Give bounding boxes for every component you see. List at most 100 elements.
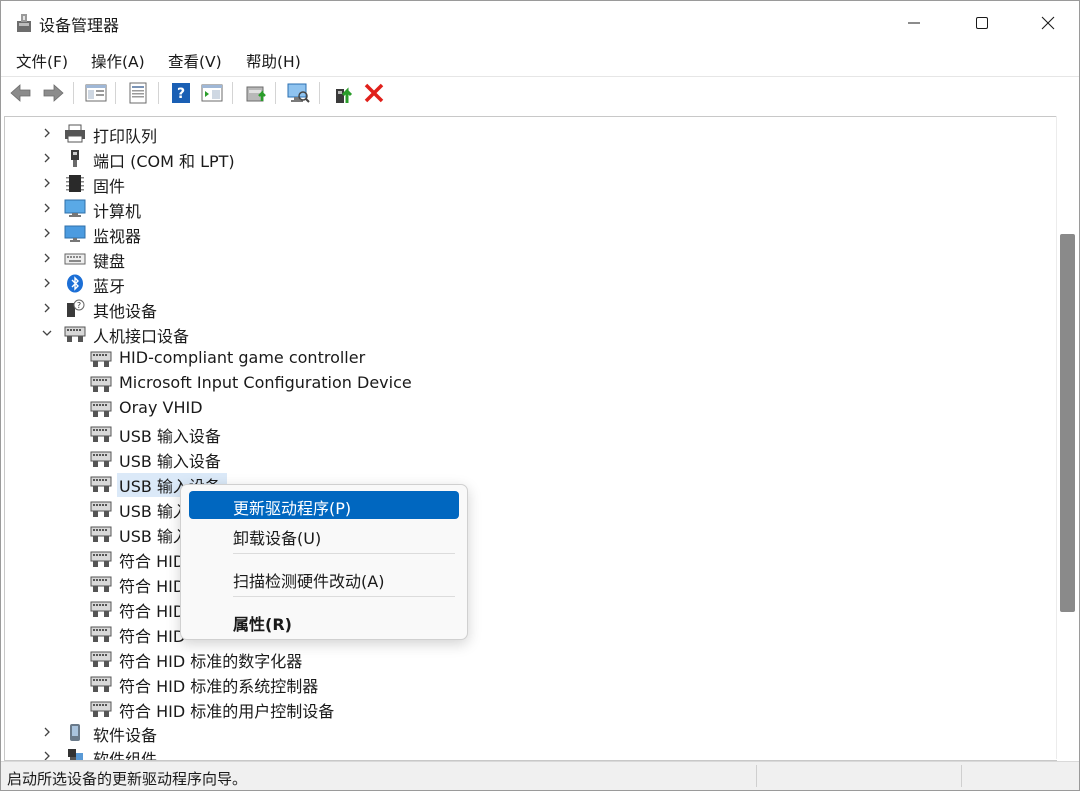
tree-category-label: 监视器 — [93, 227, 142, 246]
ctx-uninstall-device[interactable]: 卸载设备(U) — [189, 521, 459, 549]
title-bar[interactable]: 设备管理器 — [1, 1, 1079, 45]
device-manager-window: 设备管理器 文件(F) 操作(A) 查看(V) 帮助(H) ? 打印队列 端口 … — [0, 0, 1080, 791]
close-icon — [1041, 16, 1055, 30]
hid-device-row[interactable]: 符合 HID 标准的数字化器 — [68, 646, 568, 671]
menu-view[interactable]: 查看(V) — [168, 50, 222, 72]
ctx-separator — [233, 553, 455, 554]
toolbar: ? — [1, 76, 1079, 110]
svg-text:?: ? — [77, 301, 81, 310]
show-hide-tree-icon[interactable] — [84, 81, 108, 105]
hid-device-label: 符合 HID 标准的数字化器 — [119, 652, 303, 671]
status-divider — [961, 765, 962, 787]
hid-device-icon — [90, 701, 112, 717]
device-manager-app-icon — [17, 14, 31, 32]
other-device-icon: ? — [67, 299, 85, 317]
window-title: 设备管理器 — [39, 16, 120, 35]
help-icon[interactable]: ? — [169, 81, 193, 105]
chevron-right-icon[interactable] — [42, 153, 52, 163]
hid-device-row[interactable]: HID-compliant game controller — [68, 346, 568, 371]
hid-device-label: HID-compliant game controller — [119, 348, 366, 367]
chevron-right-icon[interactable] — [42, 278, 52, 288]
chevron-down-icon[interactable] — [42, 328, 52, 338]
view-icon[interactable] — [200, 81, 224, 105]
svg-text:?: ? — [177, 86, 185, 102]
ctx-properties[interactable]: 属性(R) — [189, 607, 459, 635]
firmware-icon — [66, 175, 84, 192]
tree-category-hid[interactable]: 人机接口设备 — [42, 321, 542, 346]
tree-category-label: 打印队列 — [93, 127, 158, 146]
hid-device-label: 符合 HID — [119, 602, 186, 621]
tree-category-software-devices[interactable]: 软件设备 — [42, 720, 542, 745]
hid-device-label: USB 输入设备 — [119, 452, 221, 471]
chevron-right-icon[interactable] — [42, 751, 52, 761]
toolbar-separator — [115, 82, 116, 104]
device-tree[interactable]: 打印队列 端口 (COM 和 LPT) 固件 计算机 监视器 键盘 蓝牙 ? 其… — [4, 116, 1057, 761]
status-divider — [756, 765, 757, 787]
hid-device-icon — [90, 676, 112, 692]
tree-category-ports[interactable]: 端口 (COM 和 LPT) — [42, 146, 542, 171]
properties-icon[interactable] — [126, 81, 150, 105]
hid-device-icon — [90, 376, 112, 392]
menu-help[interactable]: 帮助(H) — [246, 50, 301, 72]
ctx-update-driver[interactable]: 更新驱动程序(P) — [189, 491, 459, 519]
monitor-icon — [64, 225, 86, 242]
hid-device-icon — [90, 601, 112, 617]
ctx-scan-hardware[interactable]: 扫描检测硬件改动(A) — [189, 564, 459, 592]
minimize-icon — [908, 22, 920, 24]
tree-category-computer[interactable]: 计算机 — [42, 196, 542, 221]
hid-device-row[interactable]: 符合 HID 标准的系统控制器 — [68, 671, 568, 696]
hid-device-icon — [90, 401, 112, 417]
chevron-right-icon[interactable] — [42, 203, 52, 213]
menu-file[interactable]: 文件(F) — [16, 50, 68, 72]
hid-device-row[interactable]: 符合 HID 标准的用户控制设备 — [68, 696, 568, 721]
vertical-scrollbar[interactable] — [1056, 116, 1079, 759]
ctx-item-label: 属性(R) — [233, 615, 292, 634]
chevron-right-icon[interactable] — [42, 128, 52, 138]
hid-device-row[interactable]: Oray VHID — [68, 396, 568, 421]
tree-category-other-devices[interactable]: ? 其他设备 — [42, 296, 542, 321]
printer-icon — [65, 124, 85, 143]
menu-bar: 文件(F) 操作(A) 查看(V) 帮助(H) — [1, 45, 1079, 75]
hid-device-row[interactable]: USB 输入设备 — [68, 421, 568, 446]
update-driver-icon[interactable] — [244, 81, 268, 105]
uninstall-device-icon[interactable] — [362, 81, 386, 105]
hid-device-row[interactable]: USB 输入设备 — [68, 446, 568, 471]
tree-category-bluetooth[interactable]: 蓝牙 — [42, 271, 542, 296]
scrollbar-thumb[interactable] — [1060, 234, 1075, 612]
hid-device-icon — [90, 526, 112, 542]
tree-category-label: 蓝牙 — [93, 277, 126, 296]
tree-category-label: 端口 (COM 和 LPT) — [93, 152, 235, 171]
context-menu: 更新驱动程序(P) 卸载设备(U) 扫描检测硬件改动(A) 属性(R) — [180, 484, 468, 640]
toolbar-separator — [232, 82, 233, 104]
port-icon — [71, 150, 79, 167]
ctx-item-label: 扫描检测硬件改动(A) — [233, 572, 385, 591]
chevron-right-icon[interactable] — [42, 253, 52, 263]
forward-icon[interactable] — [41, 81, 65, 105]
tree-category-keyboard[interactable]: 键盘 — [42, 246, 542, 271]
scan-hardware-icon[interactable] — [286, 81, 310, 105]
hid-device-icon — [90, 451, 112, 467]
chevron-right-icon[interactable] — [42, 178, 52, 188]
hid-device-label: 符合 HID — [119, 577, 186, 596]
status-text: 启动所选设备的更新驱动程序向导。 — [7, 770, 248, 788]
chevron-right-icon[interactable] — [42, 303, 52, 313]
back-icon[interactable] — [9, 81, 33, 105]
tree-category-label: 计算机 — [93, 202, 142, 221]
tree-category-print-queue[interactable]: 打印队列 — [42, 121, 542, 146]
hid-device-icon — [90, 501, 112, 517]
menu-action[interactable]: 操作(A) — [91, 50, 145, 72]
tree-category-software-components[interactable]: 软件组件 — [42, 744, 542, 761]
maximize-button[interactable] — [949, 1, 1015, 45]
chevron-right-icon[interactable] — [42, 727, 52, 737]
toolbar-separator — [275, 82, 276, 104]
tree-category-monitor[interactable]: 监视器 — [42, 221, 542, 246]
hid-device-row[interactable]: Microsoft Input Configuration Device — [68, 371, 568, 396]
tree-category-firmware[interactable]: 固件 — [42, 171, 542, 196]
chevron-right-icon[interactable] — [42, 228, 52, 238]
toolbar-separator — [319, 82, 320, 104]
hid-device-icon — [90, 426, 112, 442]
add-legacy-hardware-icon[interactable] — [331, 81, 355, 105]
minimize-button[interactable] — [881, 1, 947, 45]
close-button[interactable] — [1015, 1, 1079, 45]
tree-category-label: 固件 — [93, 177, 126, 196]
